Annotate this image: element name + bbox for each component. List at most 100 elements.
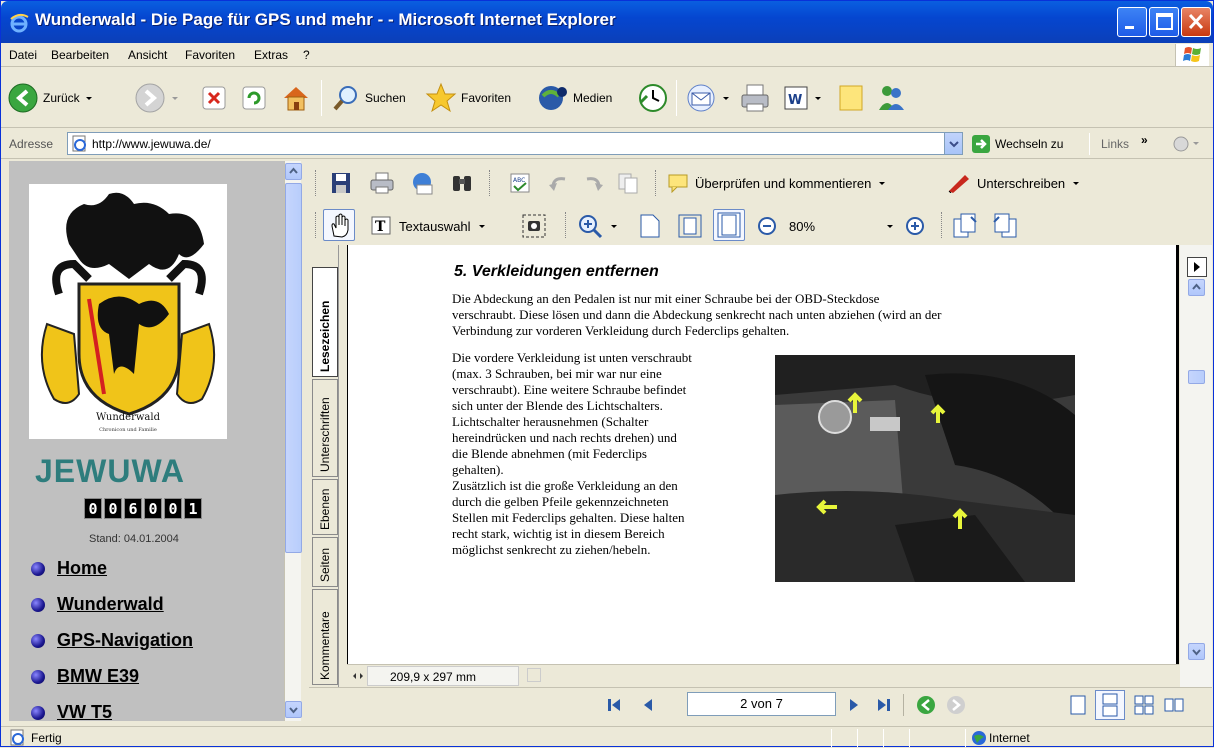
nav-link-gps-navigation[interactable]: GPS-Navigation bbox=[31, 630, 193, 651]
scroll-down-button[interactable] bbox=[1188, 643, 1205, 660]
minimize-button[interactable] bbox=[1117, 7, 1147, 37]
refresh-button[interactable] bbox=[241, 82, 267, 114]
home-icon bbox=[284, 87, 308, 111]
go-forward-view-icon[interactable] bbox=[945, 694, 967, 716]
links-chevron-icon[interactable]: » bbox=[1141, 133, 1148, 147]
close-icon bbox=[1188, 13, 1204, 30]
maximize-button[interactable] bbox=[1149, 7, 1179, 37]
tab-bookmarks[interactable]: Lesezeichen bbox=[312, 267, 338, 377]
menu-favoriten[interactable]: Favoriten bbox=[185, 48, 235, 62]
links-label[interactable]: Links bbox=[1101, 137, 1129, 151]
pdf-document-page[interactable]: 5. Verkleidungen entfernen Die Abdeckung… bbox=[347, 245, 1179, 664]
go-back-view-icon[interactable] bbox=[915, 694, 937, 716]
scroll-thumb[interactable] bbox=[1188, 370, 1205, 384]
menu-ansicht[interactable]: Ansicht bbox=[128, 48, 167, 62]
printer-icon[interactable] bbox=[369, 171, 395, 195]
last-page-icon[interactable] bbox=[875, 696, 893, 714]
tab-signatures[interactable]: Unterschriften bbox=[312, 379, 338, 477]
spellcheck-icon[interactable]: ABC bbox=[507, 171, 533, 195]
tab-pages[interactable]: Seiten bbox=[312, 537, 338, 587]
single-page-icon[interactable] bbox=[1067, 694, 1089, 716]
tab-comments[interactable]: Kommentare bbox=[312, 589, 338, 685]
text-line: hereindrücken und nach rechts drehen) un… bbox=[452, 430, 677, 445]
menu-extras[interactable]: Extras bbox=[254, 48, 288, 62]
media-button[interactable]: Medien bbox=[537, 82, 612, 114]
mail-button[interactable] bbox=[685, 82, 731, 114]
nav-link-vw-t5[interactable]: VW T5 bbox=[31, 702, 112, 721]
next-page-icon[interactable] bbox=[845, 696, 863, 714]
nav-link-bmw-e39[interactable]: BMW E39 bbox=[31, 666, 139, 687]
email-globe-icon[interactable] bbox=[409, 171, 435, 195]
first-page-icon[interactable] bbox=[605, 696, 623, 714]
binoculars-icon[interactable] bbox=[449, 171, 475, 195]
menu-bearbeiten[interactable]: Bearbeiten bbox=[51, 48, 109, 62]
zoom-out-icon[interactable] bbox=[757, 216, 777, 236]
address-input[interactable]: http://www.jewuwa.de/ bbox=[67, 132, 963, 155]
rotate-clockwise-icon[interactable] bbox=[951, 211, 979, 239]
nav-link-home[interactable]: Home bbox=[31, 558, 107, 579]
nav-link-wunderwald[interactable]: Wunderwald bbox=[31, 594, 164, 615]
messenger-button[interactable] bbox=[875, 82, 907, 114]
scroll-up-button[interactable] bbox=[1188, 279, 1205, 296]
edit-button[interactable]: W bbox=[783, 82, 823, 114]
address-dropdown-button[interactable] bbox=[944, 133, 962, 154]
page-number-input[interactable]: 2 von 7 bbox=[687, 692, 836, 716]
go-button[interactable]: Wechseln zu bbox=[971, 132, 1063, 156]
sign-button[interactable]: Unterschreiben bbox=[947, 173, 1081, 193]
zoom-select[interactable]: 80% bbox=[789, 215, 895, 237]
text-select-button[interactable]: T Textauswahl bbox=[371, 216, 487, 236]
close-button[interactable] bbox=[1181, 7, 1211, 37]
scroll-up-button[interactable] bbox=[285, 163, 302, 180]
history-button[interactable] bbox=[637, 82, 669, 114]
pdf-viewer: ABC Überprüfen und kommentieren Untersch… bbox=[309, 161, 1212, 721]
fit-page-icon[interactable] bbox=[677, 213, 703, 239]
scroll-down-button[interactable] bbox=[285, 701, 302, 718]
continuous-page-button[interactable] bbox=[1095, 690, 1125, 720]
media-icon bbox=[539, 86, 567, 110]
two-up-icon[interactable] bbox=[1163, 694, 1185, 716]
tab-layers[interactable]: Ebenen bbox=[312, 479, 338, 535]
zoom-value: 80% bbox=[789, 218, 816, 234]
review-comment-button[interactable]: Überprüfen und kommentieren bbox=[667, 173, 887, 193]
stop-button[interactable] bbox=[201, 82, 227, 114]
print-button[interactable] bbox=[739, 82, 771, 114]
redo-icon[interactable] bbox=[581, 171, 607, 195]
zoom-in-tool-button[interactable] bbox=[577, 213, 619, 239]
fit-width-button[interactable] bbox=[713, 209, 745, 241]
text-line: Zusätzlich ist die große Verkleidung an … bbox=[452, 478, 678, 493]
copy-icon[interactable] bbox=[615, 171, 641, 195]
scroll-left-button[interactable] bbox=[527, 668, 541, 682]
expand-panel-button[interactable] bbox=[1187, 257, 1207, 277]
sign-label: Unterschreiben bbox=[977, 175, 1066, 191]
previous-page-icon[interactable] bbox=[639, 696, 657, 714]
actual-size-icon[interactable] bbox=[639, 213, 661, 239]
favorites-button[interactable]: Favoriten bbox=[425, 82, 511, 114]
car-dashboard-photo bbox=[775, 355, 1075, 582]
snapshot-icon[interactable] bbox=[521, 213, 547, 239]
menu-datei[interactable]: Datei bbox=[9, 48, 37, 62]
back-button[interactable]: Zurück bbox=[7, 82, 94, 114]
magnifier-plus-icon bbox=[579, 215, 603, 239]
discuss-button[interactable] bbox=[835, 82, 867, 114]
scroll-thumb[interactable] bbox=[285, 183, 302, 553]
hand-tool-button[interactable] bbox=[323, 209, 355, 241]
save-icon[interactable] bbox=[329, 171, 353, 195]
zoom-in-icon[interactable] bbox=[905, 216, 925, 236]
chevron-down-icon bbox=[289, 707, 298, 714]
counter-digit: 0 bbox=[104, 498, 122, 519]
page-done-icon bbox=[10, 729, 24, 746]
search-button[interactable]: Suchen bbox=[331, 82, 406, 114]
title-bar[interactable]: Wunderwald - Die Page für GPS und mehr -… bbox=[1, 1, 1213, 43]
extra-toolbar-icon[interactable] bbox=[1171, 134, 1201, 154]
stop-icon bbox=[202, 86, 226, 110]
menu-help[interactable]: ? bbox=[303, 48, 310, 62]
undo-icon[interactable] bbox=[545, 171, 571, 195]
forward-button[interactable] bbox=[134, 82, 180, 114]
facing-pages-icon[interactable] bbox=[1133, 694, 1155, 716]
left-frame-scrollbar[interactable] bbox=[284, 161, 302, 721]
pdf-scrollbar[interactable] bbox=[1180, 245, 1212, 687]
text-select-icon: T bbox=[371, 216, 391, 235]
nav-link-label: Wunderwald bbox=[57, 594, 164, 614]
home-button[interactable] bbox=[281, 82, 311, 114]
rotate-counterclockwise-icon[interactable] bbox=[991, 211, 1019, 239]
